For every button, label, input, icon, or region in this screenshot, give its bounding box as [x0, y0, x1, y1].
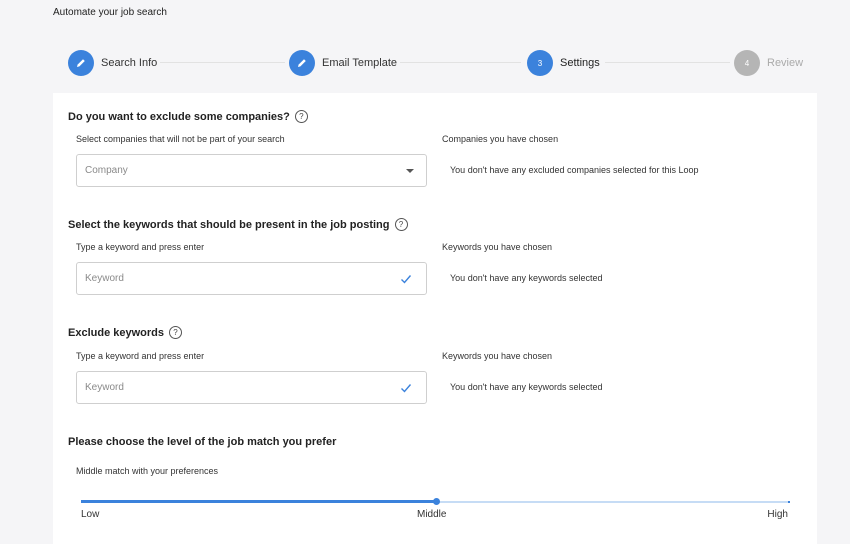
section-title-text: Please choose the level of the job match…	[68, 436, 337, 448]
exclude-keyword-field[interactable]	[76, 371, 427, 404]
step-connector	[605, 62, 730, 63]
help-icon[interactable]: ?	[169, 326, 182, 339]
pencil-icon	[68, 50, 94, 76]
slider-label-middle: Middle	[417, 509, 447, 520]
company-input[interactable]	[85, 165, 385, 176]
chosen-label: Companies you have chosen	[442, 134, 559, 144]
empty-message: You don't have any excluded companies se…	[450, 165, 699, 175]
field-label: Select companies that will not be part o…	[76, 134, 285, 144]
step-label: Search Info	[101, 57, 158, 69]
step-label: Settings	[560, 57, 600, 69]
step-number: 4	[734, 50, 760, 76]
exclude-keyword-input[interactable]	[85, 382, 385, 393]
section-title: Please choose the level of the job match…	[68, 436, 336, 448]
company-select[interactable]	[76, 154, 427, 187]
step-connector	[400, 62, 521, 63]
slider-label-low: Low	[81, 509, 100, 520]
section-title: Do you want to exclude some companies? ?	[68, 110, 308, 123]
help-icon[interactable]: ?	[394, 218, 408, 231]
section-title: Exclude keywords ?	[68, 326, 182, 339]
section-title-text: Exclude keywords	[68, 326, 164, 339]
slider-end	[788, 501, 790, 503]
step-label: Email Template	[322, 57, 397, 69]
empty-message: You don't have any keywords selected	[450, 382, 603, 392]
step-search-info[interactable]: Search Info	[68, 49, 157, 77]
match-description: Middle match with your preferences	[76, 466, 219, 476]
help-icon[interactable]: ?	[294, 110, 308, 123]
caret-down-icon[interactable]	[406, 169, 414, 173]
check-icon[interactable]	[400, 382, 412, 394]
step-connector	[160, 62, 285, 63]
job-match-slider[interactable]	[81, 498, 790, 507]
section-title: Select the keywords that should be prese…	[68, 218, 408, 231]
step-settings[interactable]: 3 Settings	[527, 49, 600, 77]
slider-thumb[interactable]	[432, 498, 440, 505]
chosen-label: Keywords you have chosen	[442, 351, 553, 361]
slider-fill	[81, 500, 436, 503]
step-label: Review	[767, 57, 804, 69]
step-review[interactable]: 4 Review	[734, 49, 803, 77]
empty-message: You don't have any keywords selected	[450, 273, 603, 283]
chosen-label: Keywords you have chosen	[442, 242, 553, 252]
step-email-template[interactable]: Email Template	[289, 49, 397, 77]
step-number: 3	[527, 50, 553, 76]
page-title: Automate your job search	[53, 7, 167, 18]
keyword-input[interactable]	[85, 273, 385, 284]
keyword-field[interactable]	[76, 262, 427, 295]
field-label: Type a keyword and press enter	[76, 351, 205, 361]
section-title-text: Select the keywords that should be prese…	[68, 218, 390, 231]
section-title-text: Do you want to exclude some companies?	[68, 110, 290, 123]
check-icon[interactable]	[400, 273, 412, 285]
field-label: Type a keyword and press enter	[76, 242, 205, 252]
pencil-icon	[289, 50, 315, 76]
stepper: Search Info Email Template 3 Settings 4 …	[68, 49, 803, 77]
slider-label-high: High	[767, 509, 788, 520]
settings-card: Do you want to exclude some companies? ?…	[53, 93, 817, 544]
